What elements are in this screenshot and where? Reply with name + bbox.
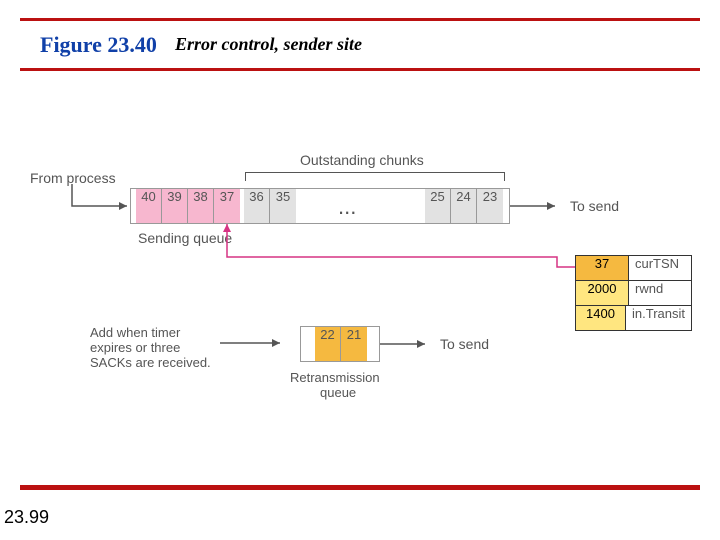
status-inTransit-val: 1400 bbox=[576, 306, 626, 330]
chunk-retrans: 21 bbox=[341, 327, 367, 361]
status-curTSN-val: 37 bbox=[576, 256, 629, 280]
status-table: 37 curTSN 2000 rwnd 1400 in.Transit bbox=[575, 255, 692, 331]
to-send-label-2: To send bbox=[440, 336, 489, 352]
chunk-new: 37 bbox=[214, 189, 240, 223]
chunk-new: 39 bbox=[162, 189, 188, 223]
chunk-new: 38 bbox=[188, 189, 214, 223]
ellipsis: ... bbox=[338, 194, 356, 220]
page-number: 23.99 bbox=[4, 507, 49, 528]
chunk-outstanding: 35 bbox=[270, 189, 296, 223]
chunk-retrans: 22 bbox=[315, 327, 341, 361]
sending-queue-label: Sending queue bbox=[138, 230, 232, 246]
chunk-outstanding: 25 bbox=[425, 189, 451, 223]
diagram: From process Outstanding chunks 40393837… bbox=[30, 140, 690, 440]
chunk-outstanding: 23 bbox=[477, 189, 503, 223]
retrans-queue-label-2: queue bbox=[320, 385, 356, 400]
figure-number: Figure 23.40 bbox=[40, 32, 157, 58]
add-when-label-3: SACKs are received. bbox=[90, 355, 211, 370]
arrow-to-send-2 bbox=[380, 336, 440, 356]
retrans-queue-label-1: Retransmission bbox=[290, 370, 380, 385]
leader-curTSN bbox=[227, 224, 587, 284]
chunk-outstanding: 36 bbox=[244, 189, 270, 223]
arrow-to-send-1 bbox=[510, 198, 570, 218]
outstanding-label: Outstanding chunks bbox=[300, 152, 424, 168]
status-rwnd-lbl: rwnd bbox=[629, 281, 669, 305]
chunk-outstanding: 24 bbox=[451, 189, 477, 223]
add-when-label-1: Add when timer bbox=[90, 325, 180, 340]
status-curTSN-lbl: curTSN bbox=[629, 256, 685, 280]
to-send-label-1: To send bbox=[570, 198, 619, 214]
arrow-add-when bbox=[220, 335, 295, 355]
status-inTransit-lbl: in.Transit bbox=[626, 306, 691, 330]
status-rwnd-val: 2000 bbox=[576, 281, 629, 305]
add-when-label-2: expires or three bbox=[90, 340, 180, 355]
figure-title: Error control, sender site bbox=[175, 34, 362, 55]
chunk-new: 40 bbox=[136, 189, 162, 223]
outstanding-bracket bbox=[245, 172, 505, 173]
